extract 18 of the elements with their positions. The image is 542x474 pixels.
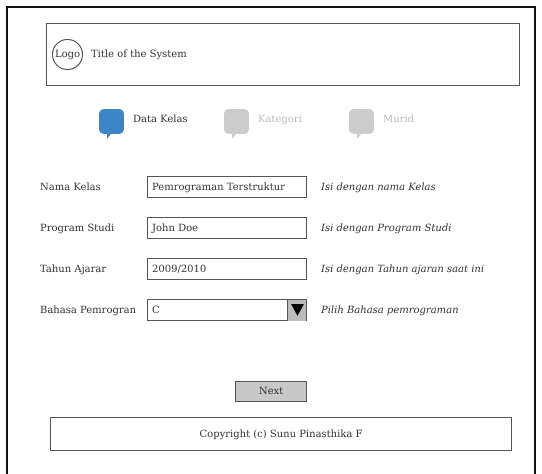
copyright-text: Copyright (c) Sunu Pinasthika F [200,428,362,442]
dropdown[interactable]: C [147,299,307,321]
input-field[interactable]: 2009/2010 [147,258,307,280]
field-label: Program Studi [40,222,116,236]
field-label: Bahasa Pemrogran [40,304,138,318]
field-hint: Isi dengan nama Kelas [321,180,436,194]
step-tab[interactable]: Data Kelas [133,108,188,127]
field-label: Tahun Ajarar [40,262,108,276]
field-hint: Isi dengan Tahun ajaran saat ini [321,262,484,276]
field-hint: Pilih Bahasa pemrograman [321,304,459,318]
next-button[interactable]: Next [235,381,307,402]
input-field[interactable]: Pemrograman Terstruktur [147,176,307,198]
system-title: Title of the System [91,48,187,62]
field-label: Nama Kelas [40,180,102,194]
field-hint: Isi dengan Program Studi [321,222,452,236]
input-field[interactable]: John Doe [147,217,307,239]
caret-icon [290,304,304,316]
logo: Logo [52,39,83,70]
